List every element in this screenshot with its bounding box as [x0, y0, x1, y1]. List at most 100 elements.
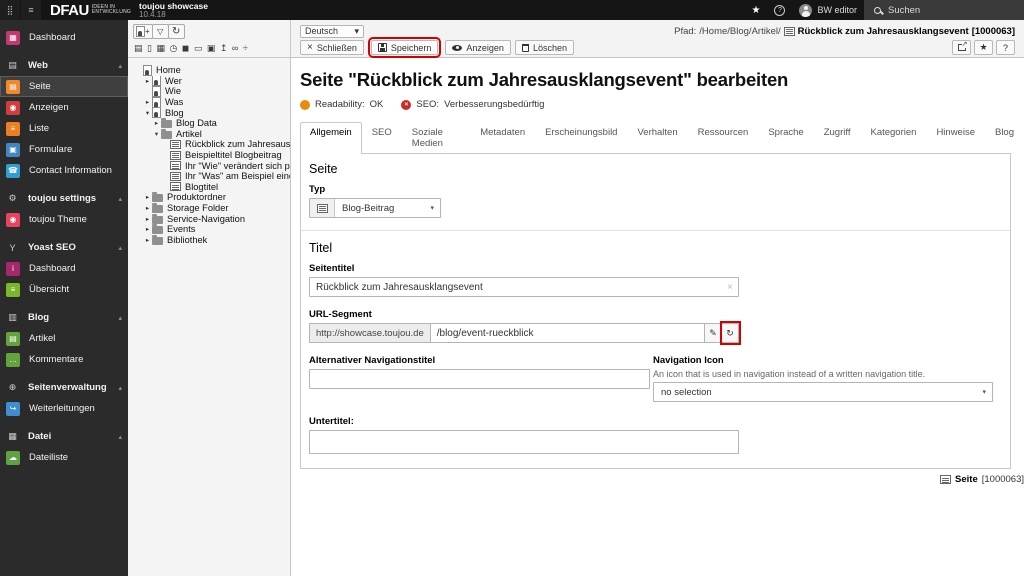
expand-arrow-icon[interactable]: ▸	[143, 225, 152, 233]
new-page-button[interactable]: +	[133, 24, 153, 39]
seitentitel-input[interactable]: Rückblick zum Jahresausklangsevent	[316, 282, 483, 293]
pagetype-link-icon[interactable]: ∞	[232, 43, 238, 53]
tree-item-beispieltitel[interactable]: Beispieltitel Blogbeitrag	[134, 150, 290, 161]
pagetype-page-icon[interactable]: ▯	[147, 43, 152, 54]
collapse-arrow-icon[interactable]: ▾	[143, 109, 152, 117]
delete-button[interactable]: Löschen	[514, 40, 574, 55]
expand-arrow-icon[interactable]: ▸	[143, 77, 152, 85]
typ-select[interactable]: Blog-Beitrag ▾	[309, 198, 441, 218]
user-menu-button[interactable]: BW editor	[792, 0, 864, 20]
tab-ressourcen[interactable]: Ressourcen	[688, 122, 759, 153]
tree-item-bibliothek[interactable]: ▸ Bibliothek	[134, 234, 290, 246]
save-button[interactable]: Speichern	[367, 37, 442, 58]
tab-verhalten[interactable]: Verhalten	[627, 122, 687, 153]
module-menu-toggle-button[interactable]: ⣿	[0, 0, 20, 20]
sidebar-item-formulare[interactable]: ▣ Formulare	[0, 139, 128, 160]
doc-help-button[interactable]: ?	[996, 40, 1015, 55]
tree-item-blogtitel[interactable]: Blogtitel	[134, 182, 290, 193]
tree-item-wie[interactable]: Wie	[134, 86, 290, 97]
pagetype-folder-icon[interactable]: ▣	[207, 43, 216, 54]
pagetype-recycler-icon[interactable]: ↥	[220, 43, 228, 54]
sidebar-section-yoast-seo[interactable]: Y Yoast SEO ▴	[0, 237, 128, 258]
collapse-arrow-icon[interactable]: ▾	[152, 130, 161, 138]
pagetype-shortcut-icon[interactable]: ▦	[156, 43, 165, 54]
sidebar-item-dateiliste[interactable]: ☁ Dateiliste	[0, 447, 128, 468]
tab-seo[interactable]: SEO	[362, 122, 402, 153]
expand-arrow-icon[interactable]: ▸	[152, 119, 161, 127]
pagetype-mountpoint-icon[interactable]: ◼	[182, 43, 189, 54]
tree-item-produktordner[interactable]: ▸ Produktordner	[134, 192, 290, 203]
status-value: OK	[369, 99, 384, 110]
sidebar-item-kommentare[interactable]: … Kommentare	[0, 349, 128, 370]
pagetype-standard-icon[interactable]: ▤	[134, 43, 143, 54]
tab-soziale-medien[interactable]: Soziale Medien	[402, 122, 470, 153]
tab-zugriff[interactable]: Zugriff	[814, 122, 861, 153]
tree-item-ihr-wie[interactable]: Ihr "Wie" verändert sich permanent	[134, 160, 290, 171]
sidebar-item-weiterleitungen[interactable]: ↪ Weiterleitungen	[0, 398, 128, 419]
sidebar-section-toujou-settings[interactable]: ⚙ toujou settings ▴	[0, 188, 128, 209]
sidebar-item-uebersicht[interactable]: ≡ Übersicht	[0, 279, 128, 300]
sidebar-item-yoast-dashboard[interactable]: i Dashboard	[0, 258, 128, 279]
tree-item-artikel[interactable]: ▾ Artikel	[134, 128, 290, 140]
altnav-input[interactable]	[309, 369, 650, 389]
close-icon: ×	[307, 42, 313, 53]
sidebar-section-blog[interactable]: ▥ Blog ▴	[0, 307, 128, 328]
untertitel-input[interactable]	[309, 430, 739, 454]
tree-item-events[interactable]: ▸ Events	[134, 224, 290, 235]
url-segment-input[interactable]: /blog/event-rueckblick	[429, 323, 705, 343]
tree-item-ihr-was[interactable]: Ihr "Was" am Beispiel einer bestimm	[134, 171, 290, 182]
tree-item-rueckblick[interactable]: Rückblick zum Jahresausklangsevent	[134, 139, 290, 150]
sidebar-item-artikel[interactable]: ▤ Artikel	[0, 328, 128, 349]
help-button[interactable]: ?	[767, 0, 792, 20]
bookmark-button[interactable]: ★	[745, 0, 768, 20]
folder-icon	[152, 213, 163, 224]
sidebar-item-contact-information[interactable]: ☎ Contact Information	[0, 160, 128, 181]
search-button[interactable]: Suchen	[864, 0, 1024, 20]
url-recalculate-button[interactable]: ↻	[720, 321, 741, 345]
page-tree: Home ▸ Wer Wie ▸ Was ▾ Blog ▸ Blog Data ▾ Art…	[128, 58, 290, 245]
pagetree-toggle-button[interactable]: ≡	[21, 0, 41, 20]
view-button[interactable]: Anzeigen	[445, 40, 511, 55]
sidebar-item-liste[interactable]: ≡ Liste	[0, 118, 128, 139]
tree-item-wer[interactable]: ▸ Wer	[134, 75, 290, 87]
tab-blog[interactable]: Blog	[985, 122, 1024, 153]
tab-kategorien[interactable]: Kategorien	[860, 122, 926, 153]
tree-item-was[interactable]: ▸ Was	[134, 96, 290, 108]
sidebar-section-datei[interactable]: ▦ Datei ▴	[0, 426, 128, 447]
tab-metadaten[interactable]: Metadaten	[470, 122, 535, 153]
sidebar-section-seitenverwaltung[interactable]: ⊕ Seitenverwaltung ▴	[0, 377, 128, 398]
tab-sprache[interactable]: Sprache	[758, 122, 813, 153]
sidebar-item-toujou-theme[interactable]: ◉ toujou Theme	[0, 209, 128, 230]
navicon-label: Navigation Icon	[653, 355, 724, 366]
expand-arrow-icon[interactable]: ▸	[143, 204, 152, 212]
tree-item-blog[interactable]: ▾ Blog	[134, 107, 290, 118]
clear-field-icon[interactable]: ×	[724, 282, 736, 293]
tab-hinweise[interactable]: Hinweise	[926, 122, 985, 153]
bookmark-record-button[interactable]: ★	[974, 40, 993, 55]
url-edit-toggle-button[interactable]: ✎	[705, 323, 722, 343]
sidebar-item-anzeigen[interactable]: ◉ Anzeigen	[0, 97, 128, 118]
expand-arrow-icon[interactable]: ▸	[143, 98, 152, 106]
tree-item-home[interactable]: Home	[134, 65, 290, 76]
tree-item-storage-folder[interactable]: ▸ Storage Folder	[134, 203, 290, 214]
expand-arrow-icon[interactable]: ▸	[143, 236, 152, 244]
sidebar-item-dashboard[interactable]: ▦ Dashboard	[0, 27, 128, 48]
filter-button[interactable]: ▽	[151, 24, 169, 39]
expand-arrow-icon[interactable]: ▸	[143, 193, 152, 201]
tree-item-service-navigation[interactable]: ▸ Service-Navigation	[134, 213, 290, 224]
sidebar-item-seite[interactable]: ▤ Seite	[0, 76, 128, 97]
open-in-new-window-button[interactable]: ↗	[952, 40, 971, 55]
pagetype-scheduled-icon[interactable]: ◷	[169, 43, 177, 54]
close-button[interactable]: × Schließen	[300, 40, 364, 55]
pagetype-spacer-icon[interactable]: ▭	[194, 43, 203, 54]
sidebar-section-web[interactable]: ▤ Web ▴	[0, 55, 128, 76]
tab-allgemein[interactable]: Allgemein	[300, 122, 362, 154]
pagetype-divider-icon[interactable]: ÷	[243, 43, 248, 53]
tree-refresh-button[interactable]: ↻	[167, 24, 185, 39]
language-select[interactable]: Deutsch ▾	[300, 24, 364, 38]
expand-arrow-icon[interactable]: ▸	[143, 215, 152, 223]
sidebar-item-label: Übersicht	[29, 284, 70, 295]
navicon-select[interactable]: no selection ▾	[653, 382, 993, 402]
tree-item-blog-data[interactable]: ▸ Blog Data	[134, 118, 290, 129]
tab-erscheinungsbild[interactable]: Erscheinungsbild	[535, 122, 627, 153]
